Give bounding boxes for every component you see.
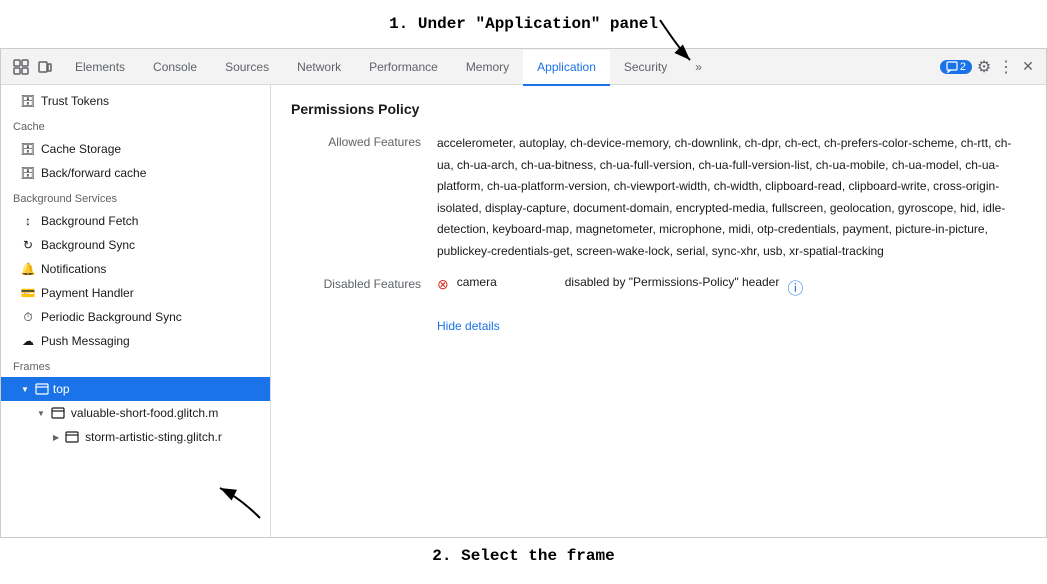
sidebar-item-frame-valuable[interactable]: ▼ valuable-short-food.glitch.m xyxy=(1,401,270,425)
disabled-feature-name: camera xyxy=(457,275,557,289)
frame-icon-top xyxy=(35,382,49,396)
tab-network[interactable]: Network xyxy=(283,50,355,86)
disabled-features-row: Disabled Features ⊗ camera disabled by "… xyxy=(291,275,1026,333)
sidebar: 🗄 Trust Tokens Cache 🗄 Cache Storage 🗄 B… xyxy=(1,85,271,537)
frames-section-label: Frames xyxy=(1,353,270,377)
info-icon[interactable]: ⓘ xyxy=(787,275,803,299)
notifications-icon: 🔔 xyxy=(21,262,35,276)
inspect-icon[interactable] xyxy=(11,57,31,77)
device-icon[interactable] xyxy=(35,57,55,77)
back-forward-cache-icon: 🗄 xyxy=(21,166,35,180)
tab-memory[interactable]: Memory xyxy=(452,50,523,86)
bottom-annotation-text: 2. Select the frame xyxy=(432,547,614,565)
sidebar-item-trust-tokens[interactable]: 🗄 Trust Tokens xyxy=(1,89,270,113)
sidebar-item-cache-storage[interactable]: 🗄 Cache Storage xyxy=(1,137,270,161)
sidebar-item-push-messaging[interactable]: ☁ Push Messaging xyxy=(1,329,270,353)
tab-more[interactable]: » xyxy=(681,50,716,86)
sidebar-item-background-sync[interactable]: ↻ Background Sync xyxy=(1,233,270,257)
trust-tokens-icon: 🗄 xyxy=(21,94,35,108)
hide-details-link[interactable]: Hide details xyxy=(437,319,500,333)
push-messaging-icon: ☁ xyxy=(21,334,35,348)
sidebar-item-notifications[interactable]: 🔔 Notifications xyxy=(1,257,270,281)
tab-security[interactable]: Security xyxy=(610,50,681,86)
main-panel: Permissions Policy Allowed Features acce… xyxy=(271,85,1046,537)
disabled-feature-reason: disabled by "Permissions-Policy" header xyxy=(565,275,780,289)
disabled-feature-entry: ⊗ camera disabled by "Permissions-Policy… xyxy=(437,275,1026,299)
disabled-features-label: Disabled Features xyxy=(291,275,421,333)
devtools-window: Elements Console Sources Network Perform… xyxy=(0,48,1047,538)
sidebar-item-payment-handler[interactable]: 💳 Payment Handler xyxy=(1,281,270,305)
payment-handler-icon: 💳 xyxy=(21,286,35,300)
gear-icon[interactable]: ⚙ xyxy=(974,57,994,77)
sidebar-item-frame-storm[interactable]: ▶ storm-artistic-sting.glitch.r xyxy=(1,425,270,449)
expand-icon-storm: ▶ xyxy=(53,433,59,442)
expand-icon-top: ▼ xyxy=(21,385,29,394)
error-icon: ⊗ xyxy=(437,276,449,293)
top-annotation-text: 1. Under "Application" panel xyxy=(389,15,658,33)
tab-console[interactable]: Console xyxy=(139,50,211,86)
tab-performance[interactable]: Performance xyxy=(355,50,452,86)
frame-icon-storm xyxy=(65,430,79,444)
tab-sources[interactable]: Sources xyxy=(211,50,283,86)
tabs-container: Elements Console Sources Network Perform… xyxy=(61,49,940,85)
badge-count: 2 xyxy=(960,61,966,73)
allowed-features-value: accelerometer, autoplay, ch-device-memor… xyxy=(437,133,1026,263)
sidebar-item-back-forward-cache[interactable]: 🗄 Back/forward cache xyxy=(1,161,270,185)
allowed-features-row: Allowed Features accelerometer, autoplay… xyxy=(291,133,1026,263)
background-fetch-icon: ↕ xyxy=(21,214,35,228)
sidebar-item-periodic-background-sync[interactable]: ⏱ Periodic Background Sync xyxy=(1,305,270,329)
close-icon[interactable]: ✕ xyxy=(1018,57,1038,77)
frame-icon-valuable xyxy=(51,406,65,420)
message-badge[interactable]: 2 xyxy=(940,60,972,74)
allowed-features-label: Allowed Features xyxy=(291,133,421,263)
cache-section-label: Cache xyxy=(1,113,270,137)
tabbar: Elements Console Sources Network Perform… xyxy=(1,49,1046,85)
expand-icon-valuable: ▼ xyxy=(37,409,45,418)
cache-storage-icon: 🗄 xyxy=(21,142,35,156)
background-sync-icon: ↻ xyxy=(21,238,35,252)
panel-title: Permissions Policy xyxy=(291,101,1026,117)
more-menu-icon[interactable]: ⋮ xyxy=(996,57,1016,77)
tab-elements[interactable]: Elements xyxy=(61,50,139,86)
sidebar-item-background-fetch[interactable]: ↕ Background Fetch xyxy=(1,209,270,233)
periodic-sync-icon: ⏱ xyxy=(21,310,35,324)
tab-application[interactable]: Application xyxy=(523,50,610,86)
sidebar-item-frame-top[interactable]: ▼ top xyxy=(1,377,270,401)
background-services-section-label: Background Services xyxy=(1,185,270,209)
main-content: 🗄 Trust Tokens Cache 🗄 Cache Storage 🗄 B… xyxy=(1,85,1046,537)
